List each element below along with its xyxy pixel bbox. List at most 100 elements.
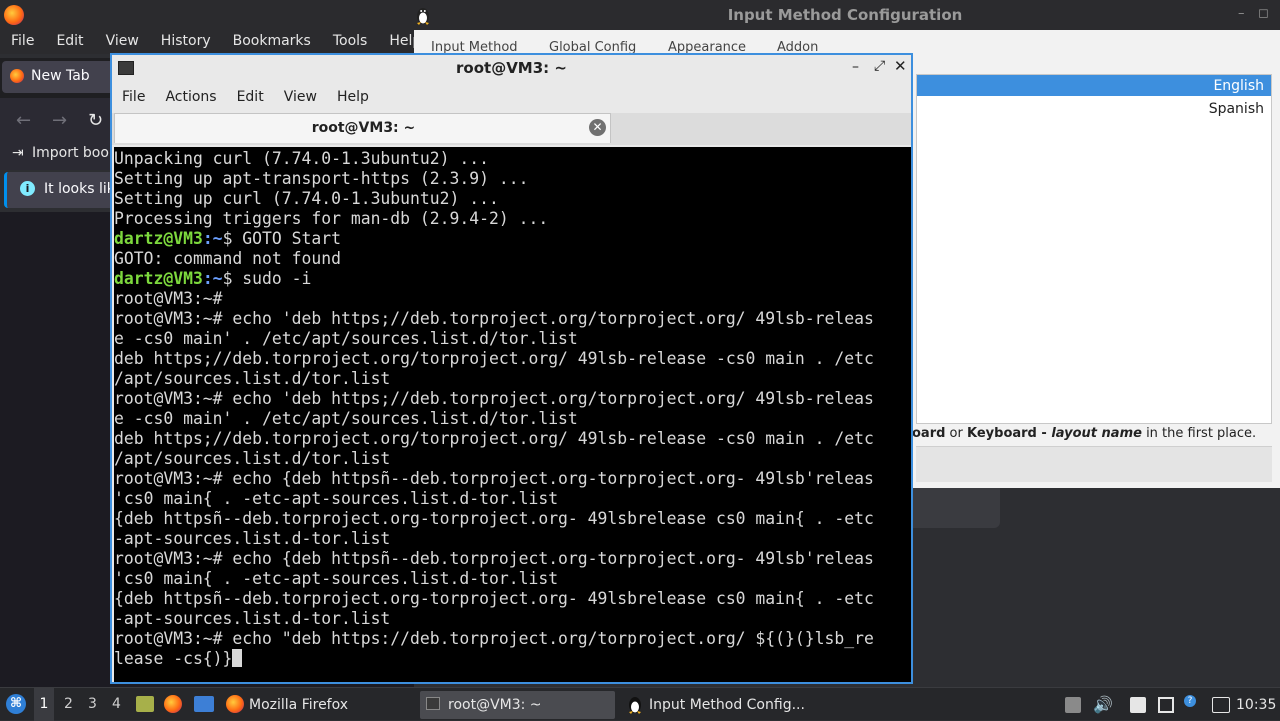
hint-keyboard-fragment: oard (912, 426, 946, 441)
workspace-1[interactable]: 1 (34, 688, 54, 721)
input-method-list (916, 74, 1272, 424)
task-firefox-icon (226, 695, 244, 713)
hint-layout-name: layout name (1051, 426, 1142, 441)
reload-icon[interactable]: ↻ (88, 110, 103, 131)
line-text: -apt-sources.list.d-tor.list (114, 529, 391, 548)
terminal-line: deb https;//deb.torproject.org/torprojec… (114, 429, 874, 449)
terminal-menu-actions[interactable]: Actions (155, 85, 226, 111)
info-icon: i (20, 181, 35, 196)
line-text: Processing triggers for man-db (2.9.4-2)… (114, 209, 549, 228)
workspace-2[interactable]: 2 (64, 696, 73, 712)
terminal-screen[interactable]: Unpacking curl (7.74.0-1.3ubuntu2) ... Se… (114, 147, 911, 682)
menu-tools[interactable]: Tools (322, 30, 379, 54)
forward-arrow-icon[interactable]: → (52, 110, 67, 131)
line-text: {deb httpsñ--deb.torproject.org-torproje… (114, 589, 874, 608)
clock[interactable]: 10:35 (1236, 697, 1276, 713)
terminal-line: -apt-sources.list.d-tor.list (114, 529, 874, 549)
terminal-line: e -cs0 main' . /etc/apt/sources.list.d/t… (114, 409, 874, 429)
prompt-user: dartz@VM3 (114, 269, 203, 288)
line-text: Setting up apt-transport-https (2.3.9) .… (114, 169, 529, 188)
import-bookmarks-icon: ⇥ (12, 145, 24, 161)
menu-history[interactable]: History (150, 30, 222, 54)
list-item-spanish[interactable]: Spanish (1040, 101, 1264, 117)
terminal-line: 'cs0 main{ . -etc-apt-sources.list.d-tor… (114, 489, 874, 509)
workspace-4[interactable]: 4 (112, 696, 121, 712)
terminal-maximize-button[interactable]: ⤢ (874, 58, 885, 74)
terminal-line: -apt-sources.list.d-tor.list (114, 609, 874, 629)
list-item-english[interactable]: English (1040, 78, 1264, 94)
line-text: root@VM3:~# echo 'deb https;//deb.torpro… (114, 309, 874, 328)
desktop-icon[interactable] (194, 696, 214, 712)
terminal-line: /apt/sources.list.d/tor.list (114, 449, 874, 469)
update-badge-icon[interactable]: ? (1184, 695, 1196, 707)
terminal-close-button[interactable]: ✕ (894, 57, 907, 75)
imc-lower-panel (916, 446, 1272, 482)
line-text: /apt/sources.list.d/tor.list (114, 449, 391, 468)
terminal-line: root@VM3:~# echo {deb httpsñ--deb.torpro… (114, 549, 874, 569)
terminal-menubar: File Actions Edit View Help (112, 85, 911, 111)
notes-icon[interactable] (1130, 697, 1146, 713)
clipboard-tray-icon[interactable] (1065, 697, 1081, 713)
imc-hint-text: oard or Keyboard - layout name in the fi… (912, 426, 1280, 441)
terminal-tab[interactable]: root@VM3: ~ ✕ (114, 113, 611, 143)
workspace-3[interactable]: 3 (88, 696, 97, 712)
start-menu-icon[interactable]: ⌘ (6, 694, 26, 714)
menu-edit[interactable]: Edit (45, 30, 94, 54)
terminal-line: lease -cs{)} (114, 649, 874, 669)
line-text: Setting up curl (7.74.0-1.3ubuntu2) ... (114, 189, 499, 208)
menu-bookmarks[interactable]: Bookmarks (222, 30, 322, 54)
task-firefox[interactable]: Mozilla Firefox (249, 697, 348, 713)
terminal-line: GOTO: command not found (114, 249, 874, 269)
imc-window-title: Input Method Configuration (727, 6, 963, 24)
terminal-line: Setting up apt-transport-https (2.3.9) .… (114, 169, 874, 189)
task-imc-label[interactable]: Input Method Config... (649, 697, 805, 713)
terminal-menu-view[interactable]: View (274, 85, 327, 111)
display-icon[interactable] (1158, 697, 1174, 713)
line-text: deb https;//deb.torproject.org/torprojec… (114, 349, 874, 368)
menu-file[interactable]: File (0, 30, 45, 54)
volume-icon[interactable]: 🔊 (1093, 695, 1113, 714)
terminal-line: root@VM3:~# echo 'deb https;//deb.torpro… (114, 389, 874, 409)
tab-close-icon[interactable]: ✕ (589, 119, 606, 136)
terminal-line: dartz@VM3:~$ GOTO Start (114, 229, 874, 249)
terminal-output: Unpacking curl (7.74.0-1.3ubuntu2) ... Se… (114, 149, 874, 669)
prompt-user: dartz@VM3 (114, 229, 203, 248)
maximize-button[interactable]: ◻ (1258, 6, 1269, 21)
taskbar: ⌘ 1 2 3 4 Mozilla Firefox root@VM3: ~ In… (0, 687, 1280, 721)
firefox-launcher-icon[interactable] (164, 695, 182, 713)
firefox-menubar: File Edit View History Bookmarks Tools H… (0, 30, 421, 54)
task-terminal-icon (426, 697, 440, 710)
prompt-path: :~ (202, 269, 223, 288)
terminal-menu-file[interactable]: File (112, 85, 155, 111)
file-manager-icon[interactable] (136, 696, 154, 712)
terminal-line: deb https;//deb.torproject.org/torprojec… (114, 349, 874, 369)
line-text: -apt-sources.list.d-tor.list (114, 609, 391, 628)
line-text: root@VM3:~# (114, 289, 223, 308)
line-text: root@VM3:~# echo "deb https://deb.torpro… (114, 629, 874, 648)
menu-view[interactable]: View (95, 30, 150, 54)
terminal-cursor (232, 649, 243, 667)
keyboard-icon[interactable] (1212, 697, 1230, 713)
terminal-menu-help[interactable]: Help (327, 85, 379, 111)
import-bookmarks-link[interactable]: Import book (32, 145, 117, 161)
firefox-tab-label: New Tab (31, 68, 90, 84)
minimize-button[interactable]: – (1238, 6, 1245, 21)
terminal-minimize-button[interactable]: – (852, 59, 859, 75)
terminal-line: root@VM3:~# echo {deb httpsñ--deb.torpro… (114, 469, 874, 489)
line-text: Unpacking curl (7.74.0-1.3ubuntu2) ... (114, 149, 489, 168)
terminal-line: e -cs0 main' . /etc/apt/sources.list.d/t… (114, 329, 874, 349)
line-text: e -cs0 main' . /etc/apt/sources.list.d/t… (114, 409, 578, 428)
terminal-title: root@VM3: ~ (456, 59, 567, 77)
terminal-line: root@VM3:~# echo 'deb https;//deb.torpro… (114, 309, 874, 329)
terminal-line: {deb httpsñ--deb.torproject.org-torproje… (114, 589, 874, 609)
task-imc-icon (629, 697, 641, 714)
terminal-window[interactable]: root@VM3: ~ – ⤢ ✕ File Actions Edit View… (110, 53, 913, 684)
terminal-line: root@VM3:~# (114, 289, 874, 309)
terminal-line: {deb httpsñ--deb.torproject.org-torproje… (114, 509, 874, 529)
terminal-menu-edit[interactable]: Edit (227, 85, 274, 111)
line-text: /apt/sources.list.d/tor.list (114, 369, 391, 388)
hint-suffix: in the first place. (1141, 426, 1257, 441)
hint-or: or (945, 426, 967, 441)
terminal-line: Setting up curl (7.74.0-1.3ubuntu2) ... (114, 189, 874, 209)
back-arrow-icon[interactable]: ← (16, 110, 31, 131)
